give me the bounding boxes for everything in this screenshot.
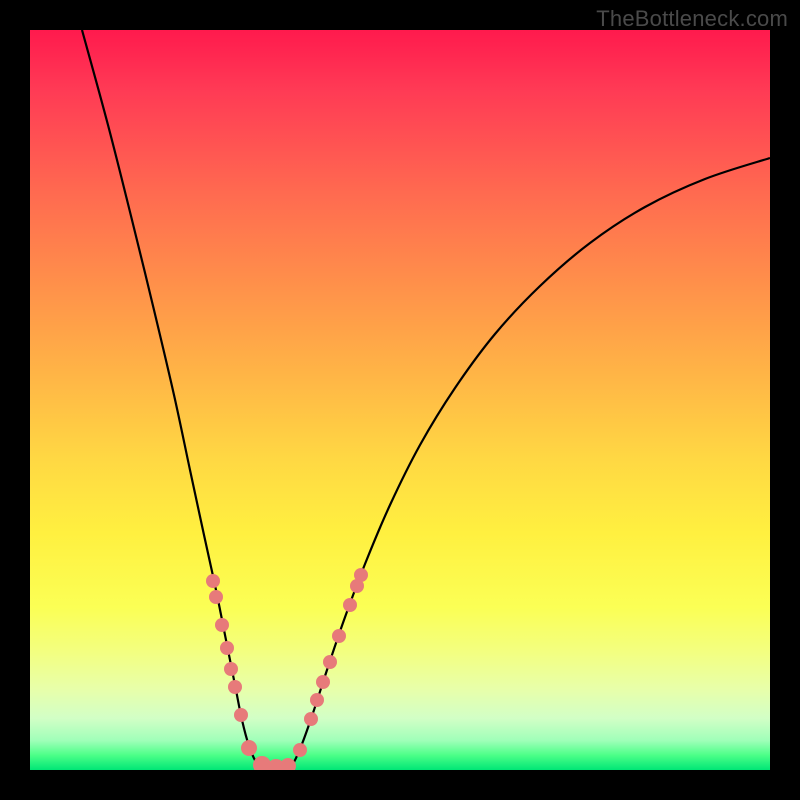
watermark-text: TheBottleneck.com [596,6,788,32]
data-dot [310,693,324,707]
data-dots [206,568,368,770]
data-dot [234,708,248,722]
data-dot [304,712,318,726]
data-dot [224,662,238,676]
data-dot [215,618,229,632]
data-dot [316,675,330,689]
bottleneck-curve-left [82,30,263,770]
plot-area [30,30,770,770]
data-dot [209,590,223,604]
data-dot [293,743,307,757]
data-dot [241,740,257,756]
data-dot [343,598,357,612]
data-dot [228,680,242,694]
data-dot [280,758,296,770]
data-dot [206,574,220,588]
data-dot [354,568,368,582]
bottleneck-curve-right [288,158,770,770]
chart-svg [30,30,770,770]
data-dot [220,641,234,655]
chart-frame: TheBottleneck.com [0,0,800,800]
data-dot [323,655,337,669]
data-dot [332,629,346,643]
